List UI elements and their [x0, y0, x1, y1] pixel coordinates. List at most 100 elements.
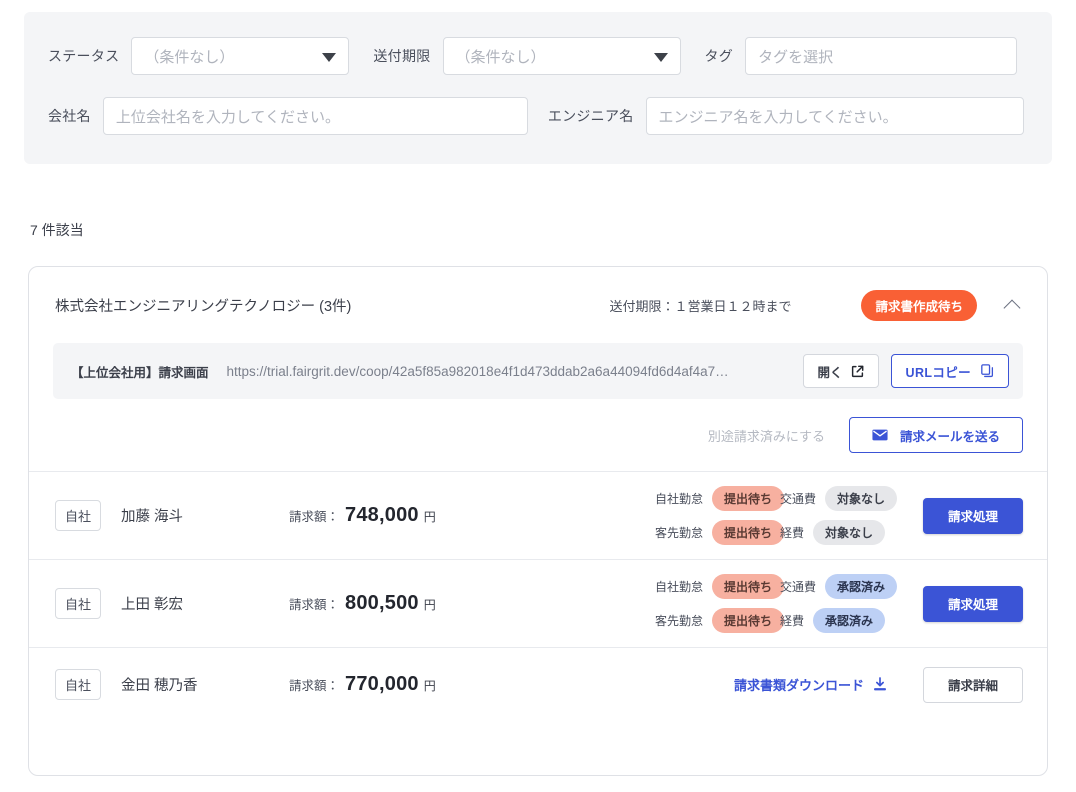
send-invoice-mail-button[interactable]: 請求メールを送る: [848, 417, 1023, 453]
filter-row-2: 会社名 上位会社名を入力してください。 エンジニア名 エンジニア名を入力してくだ…: [48, 94, 1028, 138]
group-deadline-text: 送付期限：１営業日１２時まで: [609, 298, 792, 314]
tag-filter-placeholder: タグを選択: [758, 48, 834, 66]
open-url-button[interactable]: 開く: [802, 354, 879, 388]
status-line: 客先勤怠 提出待ち 経費 承認済み: [655, 608, 897, 633]
status-filter-select[interactable]: （条件なし）: [131, 37, 350, 75]
copy-url-label: URLコピー: [905, 365, 971, 380]
process-invoice-button[interactable]: 請求処理: [923, 497, 1023, 534]
download-link-label: 請求書類ダウンロード: [733, 678, 864, 693]
status-label: 客先勤怠: [654, 526, 703, 540]
chevron-down-icon: [653, 53, 668, 62]
status-cell: 経費 対象なし: [780, 520, 885, 545]
status-label: 自社勤怠: [654, 492, 703, 506]
group-company-name: 株式会社エンジニアリングテクノロジー (3件): [55, 298, 352, 315]
status-grid: 自社勤怠 提出待ち 交通費 対象なし 客先勤怠 提出待ち 経費 対象なし: [655, 486, 897, 545]
row-action-slot: 請求処理: [923, 497, 1023, 534]
status-label: 交通費: [779, 580, 816, 594]
table-row: 自社 金田 穂乃香 請求額： 770,000 円 請求書類ダウンロード 請求詳細: [29, 647, 1047, 721]
download-invoice-documents-link[interactable]: 請求書類ダウンロード: [734, 675, 887, 694]
status-label: 経費: [779, 614, 804, 628]
status-grid: 自社勤怠 提出待ち 交通費 承認済み 客先勤怠 提出待ち 経費 承認済み: [655, 574, 897, 633]
amount-unit: 円: [423, 510, 436, 524]
status-label: 自社勤怠: [654, 580, 703, 594]
company-type-tag: 自社: [55, 500, 102, 531]
mark-separately-billed-link[interactable]: 別途請求済みにする: [708, 426, 825, 445]
engineer-filter-label: エンジニア名: [547, 108, 634, 124]
group-action-row: 別途請求済みにする 請求メールを送る: [29, 399, 1047, 471]
status-label: 客先勤怠: [654, 614, 703, 628]
amount-label: 請求額：: [289, 598, 340, 612]
invoice-amount: 請求額： 770,000 円: [289, 673, 436, 696]
card-header: 株式会社エンジニアリングテクノロジー (3件) 送付期限：１営業日１２時まで 請…: [29, 267, 1047, 343]
envelope-icon: [872, 429, 888, 441]
chevron-up-icon[interactable]: [1005, 297, 1021, 313]
status-badge: 請求書作成待ち: [861, 289, 977, 321]
invoice-detail-button[interactable]: 請求詳細: [923, 666, 1023, 703]
amount-value: 800,500: [345, 592, 419, 614]
company-name-input[interactable]: 上位会社名を入力してください。: [102, 97, 528, 135]
invoice-url-label: 【上位会社用】請求画面: [71, 365, 209, 380]
filter-row-1: ステータス （条件なし） 送付期限 （条件なし） タグ タグを選択: [48, 34, 1028, 78]
deadline-filter-select[interactable]: （条件なし）: [442, 37, 681, 75]
amount-value: 770,000: [345, 673, 419, 695]
engineer-name: 上田 彰宏: [121, 597, 184, 613]
open-url-label: 開く: [817, 365, 843, 380]
send-invoice-mail-label: 請求メールを送る: [899, 429, 1000, 444]
company-filter-placeholder: 上位会社名を入力してください。: [115, 108, 340, 126]
engineer-name: 金田 穂乃香: [121, 678, 198, 694]
amount-value: 748,000: [345, 504, 419, 526]
tag-filter-label: タグ: [704, 48, 734, 64]
status-badge: 提出待ち: [711, 608, 784, 633]
status-cell: 客先勤怠 提出待ち: [654, 608, 784, 633]
invoice-amount: 請求額： 800,500 円: [289, 592, 436, 615]
tag-filter-input[interactable]: タグを選択: [745, 37, 1018, 75]
status-filter-label: ステータス: [48, 48, 120, 64]
status-label: 交通費: [779, 492, 816, 506]
engineer-filter-placeholder: エンジニア名を入力してください。: [658, 108, 898, 126]
invoice-url-row: 【上位会社用】請求画面 https://trial.fairgrit.dev/c…: [53, 343, 1023, 399]
company-type-tag: 自社: [55, 669, 102, 700]
status-badge: 対象なし: [824, 486, 897, 511]
row-action-slot: 請求詳細: [923, 666, 1023, 703]
status-cell: 交通費 対象なし: [780, 486, 897, 511]
invoice-management-page: ステータス （条件なし） 送付期限 （条件なし） タグ タグを選択 会社名 上位…: [0, 0, 1076, 792]
filter-panel: ステータス （条件なし） 送付期限 （条件なし） タグ タグを選択 会社名 上位…: [24, 12, 1052, 164]
deadline-filter-label: 送付期限: [373, 48, 431, 64]
copy-icon: [981, 364, 994, 378]
status-badge: 提出待ち: [711, 574, 784, 599]
invoice-amount: 請求額： 748,000 円: [289, 504, 436, 527]
result-count: 7 件該当: [30, 222, 84, 238]
deadline-filter-value: （条件なし）: [455, 48, 546, 66]
external-link-icon: [851, 365, 864, 378]
status-cell: 客先勤怠 提出待ち: [654, 520, 784, 545]
company-filter-label: 会社名: [48, 108, 91, 124]
status-filter-value: （条件なし）: [144, 48, 235, 66]
status-label: 経費: [779, 526, 804, 540]
status-line: 自社勤怠 提出待ち 交通費 承認済み: [655, 574, 897, 599]
chevron-down-icon: [322, 53, 337, 62]
row-action-slot: 請求処理: [923, 585, 1023, 622]
download-icon: [873, 677, 887, 692]
company-type-tag: 自社: [55, 588, 102, 619]
engineer-name: 加藤 海斗: [121, 509, 184, 525]
copy-url-button[interactable]: URLコピー: [890, 354, 1009, 388]
status-badge: 承認済み: [824, 574, 897, 599]
amount-unit: 円: [423, 679, 436, 693]
status-badge: 提出待ち: [711, 520, 784, 545]
status-cell: 経費 承認済み: [780, 608, 885, 633]
status-line: 自社勤怠 提出待ち 交通費 対象なし: [655, 486, 897, 511]
amount-unit: 円: [423, 598, 436, 612]
status-badge: 承認済み: [812, 608, 885, 633]
table-row: 自社 加藤 海斗 請求額： 748,000 円 自社勤怠 提出待ち 交通費 対象…: [29, 471, 1047, 559]
process-invoice-button[interactable]: 請求処理: [923, 585, 1023, 622]
status-line: 客先勤怠 提出待ち 経費 対象なし: [655, 520, 897, 545]
status-cell: 自社勤怠 提出待ち: [654, 574, 784, 599]
status-badge: 対象なし: [812, 520, 885, 545]
invoice-url-text: https://trial.fairgrit.dev/coop/42a5f85a…: [226, 363, 729, 379]
status-cell: 自社勤怠 提出待ち: [654, 486, 784, 511]
table-row: 自社 上田 彰宏 請求額： 800,500 円 自社勤怠 提出待ち 交通費 承認…: [29, 559, 1047, 647]
status-cell: 交通費 承認済み: [780, 574, 897, 599]
status-badge: 提出待ち: [711, 486, 784, 511]
engineer-name-input[interactable]: エンジニア名を入力してください。: [645, 97, 1024, 135]
amount-label: 請求額：: [289, 510, 340, 524]
